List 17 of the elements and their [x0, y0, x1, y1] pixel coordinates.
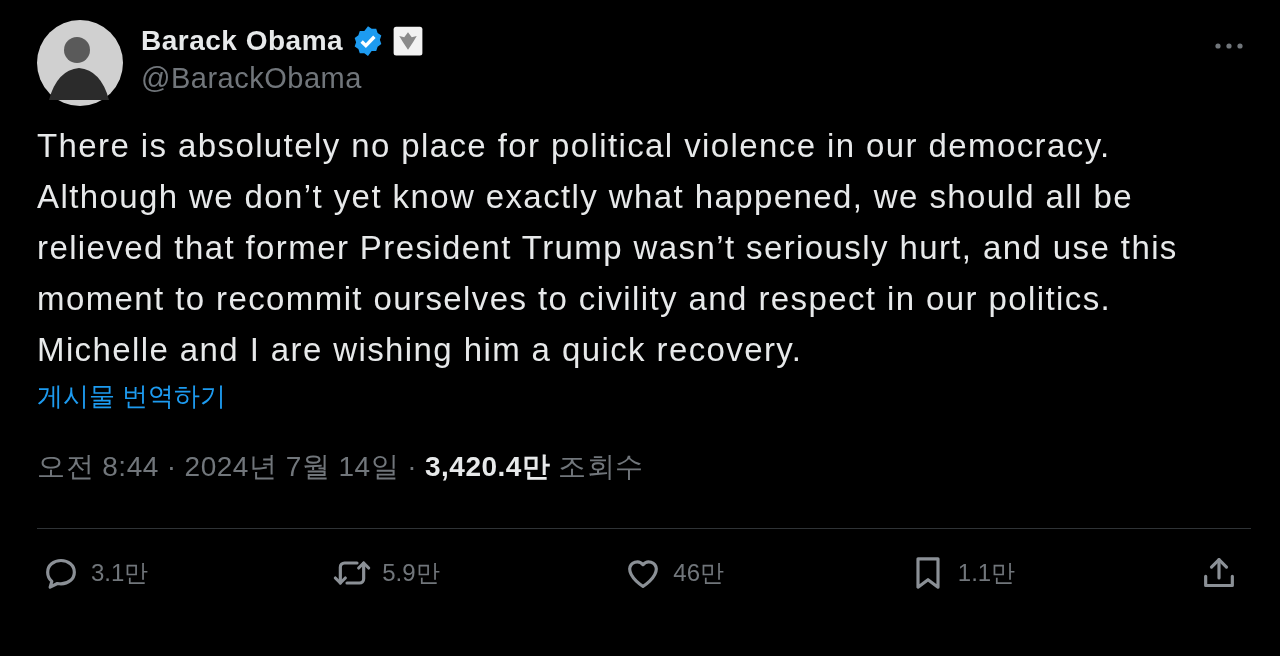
post-date[interactable]: 2024년 7월 14일 — [184, 448, 400, 486]
separator-dot: · — [166, 451, 177, 483]
repost-button[interactable]: 5.9만 — [328, 549, 444, 597]
post-text: There is absolutely no place for political violence in our democracy. Although we don’t yet know exactly what happened, we should all be relieved that former President Trump wasn’t seriously hurt, and use this moment to recommit ourselves to civility and respect in our politics. Michelle and I are wishing him a quick recovery. — [37, 126, 1179, 370]
post-time[interactable]: 오전 8:44 — [37, 448, 159, 486]
view-count: 3,420.4만 — [425, 450, 551, 484]
more-options-icon[interactable] — [1214, 42, 1244, 50]
separator-dot: · — [407, 451, 417, 483]
like-button[interactable]: 46만 — [619, 549, 728, 597]
author-name[interactable]: Barack Obama — [141, 25, 344, 57]
seal-icon — [393, 26, 424, 56]
bookmark-button[interactable]: 1.1만 — [903, 549, 1020, 597]
reply-button[interactable]: 3.1만 — [37, 549, 153, 597]
author-handle[interactable]: @BarackObama — [141, 62, 1196, 95]
translate-link[interactable]: 게시물 번역하기 — [37, 379, 227, 414]
views-label: 조회수 — [558, 450, 644, 484]
avatar-silhouette-icon[interactable] — [37, 20, 123, 106]
